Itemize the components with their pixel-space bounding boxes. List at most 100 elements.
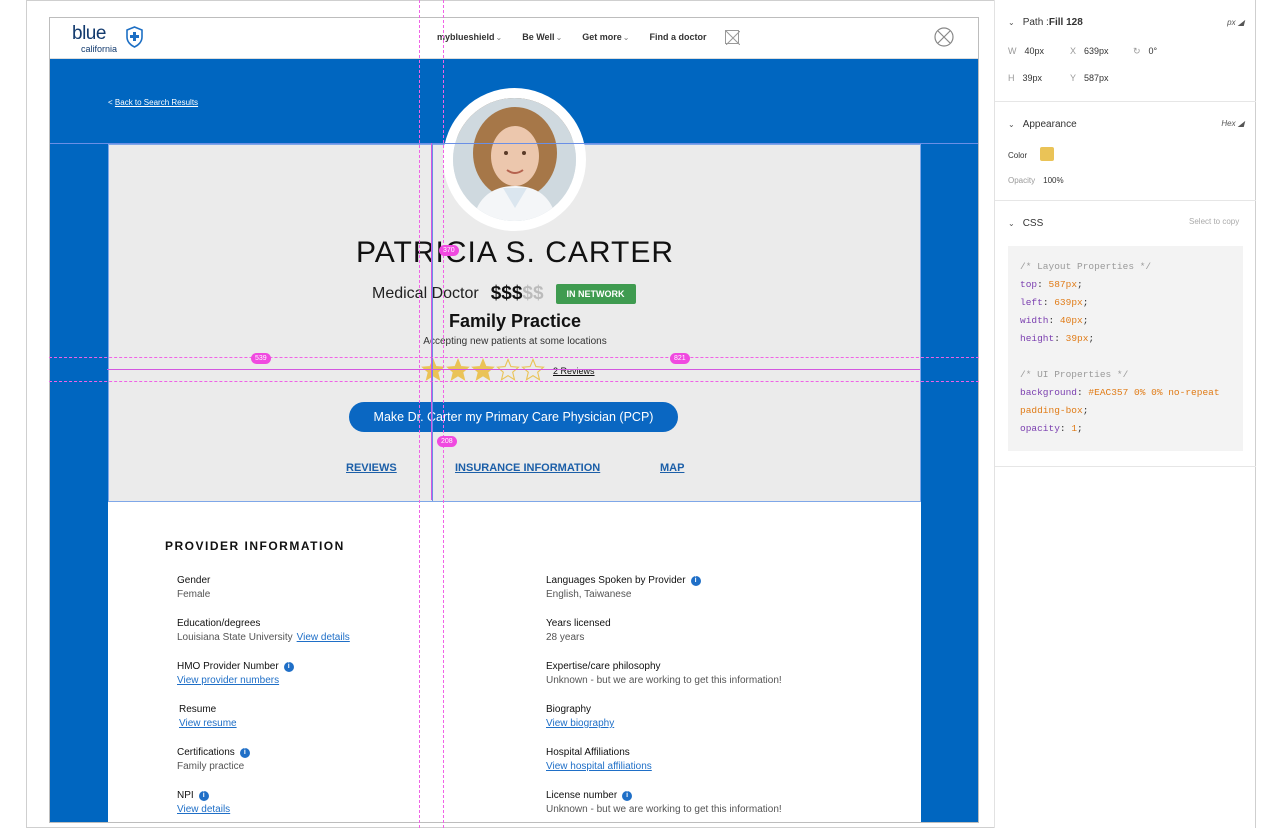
field-value: Louisiana State University	[177, 632, 293, 643]
doctor-photo-icon	[453, 98, 576, 221]
info-icon[interactable]: i	[239, 747, 250, 758]
y-field[interactable]: Y 587px	[1070, 73, 1109, 83]
measure-line	[431, 143, 432, 500]
field-label-row: Gender	[177, 575, 210, 586]
css-property: opacity	[1020, 423, 1060, 434]
field-link[interactable]: View resume	[179, 718, 237, 729]
avatar	[453, 98, 576, 221]
provider-role: Medical Doctor	[372, 285, 479, 302]
logo-subword: california	[81, 44, 118, 54]
rotate-icon: ↻	[1133, 46, 1141, 56]
field-label-row: NPI i	[177, 790, 230, 801]
path-section-header[interactable]: ⌄ Path : Fill 128	[1008, 17, 1083, 28]
rotation-field[interactable]: ↻ 0°	[1133, 46, 1157, 57]
css-header[interactable]: ⌄ CSS	[1008, 218, 1043, 229]
field-link[interactable]: View details	[297, 632, 350, 643]
unit-px-label: px	[1227, 18, 1236, 27]
chevron-down-icon: ⌄	[1008, 18, 1015, 27]
css-code-block[interactable]: /* Layout Properties */ top: 587px; left: …	[1008, 246, 1243, 451]
info-field-certifications: Certifications i Family practice	[177, 747, 250, 772]
make-pcp-button[interactable]: Make Dr. Carter my Primary Care Physicia…	[349, 402, 678, 432]
info-field-years-licensed: Years licensed 28 years	[546, 618, 611, 643]
css-code-line: /* Layout Properties */	[1020, 258, 1231, 276]
nav-item-find-a-doctor[interactable]: Find a doctor	[649, 32, 706, 42]
field-label-row: License number i	[546, 790, 782, 801]
x-field[interactable]: X 639px	[1070, 46, 1109, 56]
brand-logo[interactable]: blue california	[72, 23, 143, 54]
info-icon[interactable]: i	[622, 790, 633, 801]
unit-toggle[interactable]: px ◢	[1227, 18, 1244, 27]
guide-line-vertical	[443, 0, 444, 828]
css-code-line: width: 40px;	[1020, 315, 1089, 326]
tab-insurance-information[interactable]: INSURANCE INFORMATION	[455, 462, 600, 474]
field-value: Unknown - but we are working to get this…	[546, 804, 782, 815]
opacity-label: Opacity	[1008, 176, 1036, 185]
width-field[interactable]: W 40px	[1008, 46, 1044, 56]
star-empty-icon	[496, 358, 520, 381]
tab-map[interactable]: MAP	[660, 462, 684, 474]
nav-item-myblueshield[interactable]: myblueshield⌄	[437, 32, 502, 42]
opacity-field[interactable]: Opacity 100%	[1008, 176, 1064, 185]
star-filled-icon	[446, 358, 470, 381]
shield-icon	[126, 26, 143, 48]
color-format-toggle[interactable]: Hex ◢	[1221, 119, 1244, 128]
measure-label: 370	[439, 245, 459, 256]
info-icon[interactable]: i	[198, 790, 209, 801]
field-link[interactable]: View provider numbers	[177, 675, 279, 686]
artboard[interactable]: blue california myblueshield⌄ Be Well⌄ Get…	[49, 17, 979, 823]
info-field-biography: Biography View biography	[546, 704, 614, 729]
field-label: License number	[546, 790, 618, 801]
inspector-panel: ⌄ Path : Fill 128 px ◢ W 40px X 639px ↻ 0° …	[994, 0, 1256, 828]
field-value-row: View biography	[546, 718, 614, 729]
chevron-down-icon: ⌄	[555, 33, 563, 42]
info-icon[interactable]: i	[283, 661, 294, 672]
css-code-line: background: #EAC357 0% 0% no-repeat padd…	[1020, 387, 1220, 416]
field-link[interactable]: View hospital affiliations	[546, 761, 652, 772]
field-link[interactable]: View biography	[546, 718, 614, 729]
chevron-down-icon: ⌄	[622, 33, 630, 42]
field-label: Hospital Affiliations	[546, 747, 630, 758]
x-label: X	[1070, 46, 1077, 56]
reviews-count-link[interactable]: 2 Reviews	[553, 366, 595, 376]
color-swatch[interactable]	[1040, 147, 1054, 161]
field-label-row: HMO Provider Number i	[177, 661, 294, 672]
field-value-row: Unknown - but we are working to get this…	[546, 804, 782, 815]
nav-item-get-more[interactable]: Get more⌄	[582, 32, 629, 42]
field-label: Education/degrees	[177, 618, 261, 629]
info-field-education-degrees: Education/degrees Louisiana State Univers…	[177, 618, 350, 643]
css-label: CSS	[1022, 218, 1044, 229]
cost-indicator-active: $$$	[490, 283, 523, 304]
field-label: Expertise/care philosophy	[546, 661, 661, 672]
hex-label: Hex	[1221, 119, 1236, 128]
field-label-row: Biography	[546, 704, 614, 715]
field-value: English, Taiwanese	[546, 589, 632, 600]
guide-line-horizontal	[49, 357, 979, 358]
width-label: W	[1008, 46, 1017, 56]
y-value: 587px	[1084, 73, 1109, 83]
appearance-label: Appearance	[1022, 119, 1077, 130]
field-link[interactable]: View details	[177, 804, 230, 815]
field-value-row: Female	[177, 589, 210, 600]
star-rating	[421, 358, 546, 382]
field-label-row: Expertise/care philosophy	[546, 661, 782, 672]
height-field[interactable]: H 39px	[1008, 73, 1042, 83]
provider-information-panel: PROVIDER INFORMATION Gender Female Educati…	[108, 502, 921, 822]
info-field-hospital-affiliations: Hospital Affiliations View hospital affil…	[546, 747, 652, 772]
field-value: Family practice	[177, 761, 245, 772]
css-code-line: top: 587px;	[1020, 279, 1083, 290]
info-field-hmo-provider-number: HMO Provider Number i View provider number…	[177, 661, 294, 686]
appearance-section: ⌄ Appearance Hex ◢ Color Opacity 100%	[995, 102, 1256, 201]
path-name: Fill 128	[1048, 17, 1083, 28]
tab-reviews[interactable]: REVIEWS	[346, 462, 397, 474]
guide-line-horizontal	[49, 381, 979, 382]
back-to-results-link[interactable]: < Back to Search Results	[108, 98, 198, 107]
appearance-header[interactable]: ⌄ Appearance	[1008, 119, 1077, 130]
rotation-value: 0°	[1148, 46, 1158, 56]
field-label: Gender	[177, 575, 211, 586]
close-circle-icon[interactable]	[934, 27, 954, 47]
nav-item-be-well[interactable]: Be Well⌄	[522, 32, 562, 42]
field-label: HMO Provider Number	[177, 661, 279, 672]
css-code-line: opacity: 1;	[1020, 423, 1083, 434]
info-icon[interactable]: i	[690, 575, 701, 586]
css-property: background	[1020, 387, 1078, 398]
